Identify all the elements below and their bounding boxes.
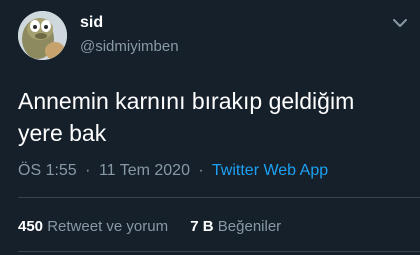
sloth-avatar-image	[18, 11, 67, 60]
meta-separator: ·	[198, 162, 204, 179]
tweet-date[interactable]: 11 Tem 2020	[99, 162, 190, 179]
author-handle[interactable]: @sidmiyimben	[80, 38, 179, 55]
likes-count: 7 B	[190, 218, 214, 235]
retweets-stat[interactable]: 450 Retweet ve yorum	[18, 218, 172, 235]
avatar[interactable]	[18, 11, 67, 60]
tweet-stats: 450 Retweet ve yorum 7 B Beğeniler	[18, 218, 281, 235]
chevron-down-icon[interactable]	[393, 15, 407, 27]
tweet-text-line: yere bak	[18, 120, 107, 146]
divider	[18, 251, 420, 252]
likes-label: Beğeniler	[217, 218, 282, 235]
tweet-card: sid @sidmiyimben Annemin karnını bırakıp…	[0, 0, 420, 255]
tweet-text: Annemin karnını bırakıp geldiğim yere ba…	[18, 85, 398, 149]
retweets-count: 450	[18, 218, 44, 235]
author-name[interactable]: sid	[80, 14, 103, 32]
tweet-time[interactable]: ÖS 1:55	[18, 162, 77, 179]
meta-separator: ·	[85, 162, 91, 179]
tweet-text-line: Annemin karnını bırakıp geldiğim	[18, 88, 355, 114]
tweet-source-link[interactable]: Twitter Web App	[212, 162, 328, 179]
retweets-label: Retweet ve yorum	[47, 218, 169, 235]
divider	[18, 197, 420, 198]
tweet-meta: ÖS 1:55 · 11 Tem 2020 · Twitter Web App	[18, 162, 328, 180]
likes-stat[interactable]: 7 B Beğeniler	[190, 218, 281, 235]
